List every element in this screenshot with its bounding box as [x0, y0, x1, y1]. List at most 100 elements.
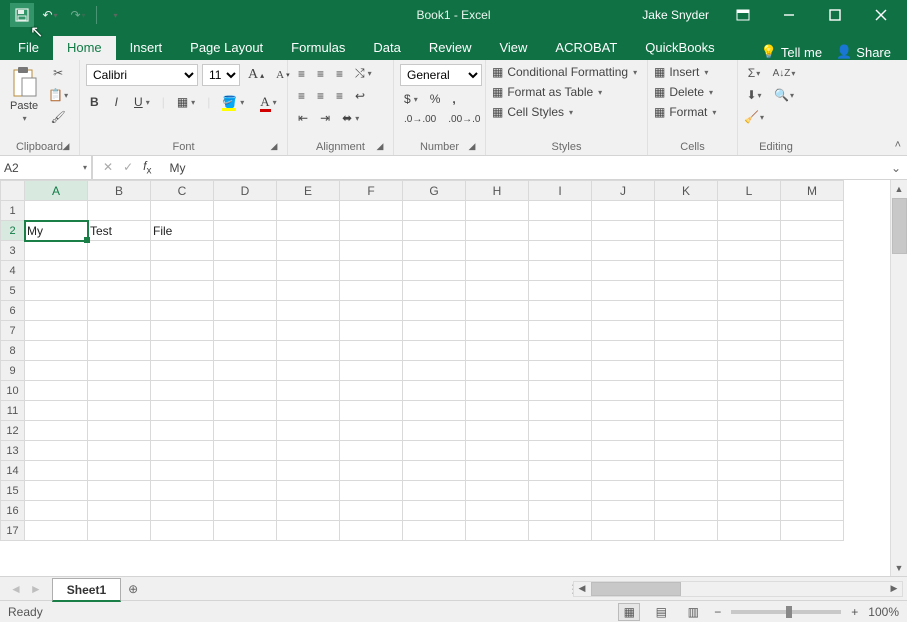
cell[interactable]	[25, 261, 88, 281]
cell[interactable]	[214, 381, 277, 401]
cell[interactable]	[340, 401, 403, 421]
cell[interactable]	[403, 461, 466, 481]
cell[interactable]	[718, 481, 781, 501]
cell[interactable]	[277, 221, 340, 241]
cell[interactable]	[277, 401, 340, 421]
alignment-launcher[interactable]: ◢	[373, 139, 387, 153]
increase-font-button[interactable]: A▴	[244, 65, 268, 85]
cell[interactable]	[340, 241, 403, 261]
tab-data[interactable]: Data	[359, 36, 414, 60]
cell[interactable]	[88, 421, 151, 441]
cell[interactable]	[529, 341, 592, 361]
cell[interactable]	[277, 241, 340, 261]
cell[interactable]	[655, 501, 718, 521]
tab-review[interactable]: Review	[415, 36, 486, 60]
decrease-indent[interactable]: ⇤	[294, 109, 312, 127]
align-bottom[interactable]: ≡	[332, 65, 347, 83]
row-header[interactable]: 15	[1, 481, 25, 501]
tab-view[interactable]: View	[485, 36, 541, 60]
row-header[interactable]: 6	[1, 301, 25, 321]
cell[interactable]	[88, 441, 151, 461]
cell[interactable]	[592, 481, 655, 501]
cell[interactable]	[25, 381, 88, 401]
cell[interactable]	[340, 381, 403, 401]
cell[interactable]	[655, 241, 718, 261]
increase-indent[interactable]: ⇥	[316, 109, 334, 127]
cell[interactable]	[88, 341, 151, 361]
cell[interactable]	[25, 301, 88, 321]
cell[interactable]	[655, 361, 718, 381]
tab-quickbooks[interactable]: QuickBooks	[631, 36, 728, 60]
cell[interactable]	[466, 341, 529, 361]
row-header[interactable]: 17	[1, 521, 25, 541]
page-break-view-button[interactable]: ▥	[682, 603, 704, 621]
cell[interactable]	[781, 381, 844, 401]
align-top[interactable]: ≡	[294, 65, 309, 83]
cell[interactable]	[781, 321, 844, 341]
cell[interactable]	[403, 441, 466, 461]
cell[interactable]	[151, 401, 214, 421]
tab-page-layout[interactable]: Page Layout	[176, 36, 277, 60]
font-launcher[interactable]: ◢	[267, 139, 281, 153]
ribbon-display-options[interactable]	[721, 0, 765, 30]
cell[interactable]	[718, 321, 781, 341]
cell[interactable]	[466, 201, 529, 221]
cell[interactable]	[88, 201, 151, 221]
cell[interactable]	[592, 361, 655, 381]
cell[interactable]	[592, 321, 655, 341]
cell[interactable]	[25, 421, 88, 441]
minimize-button[interactable]	[767, 0, 811, 30]
cell[interactable]	[781, 481, 844, 501]
cell[interactable]	[214, 201, 277, 221]
merge-button[interactable]: ⬌▾	[338, 109, 363, 127]
row-header[interactable]: 13	[1, 441, 25, 461]
italic-button[interactable]: I	[111, 93, 122, 111]
clear-button[interactable]: 🧹▾	[744, 108, 764, 126]
cell[interactable]	[88, 521, 151, 541]
cell[interactable]	[529, 521, 592, 541]
cell[interactable]	[718, 201, 781, 221]
cell[interactable]	[214, 501, 277, 521]
cell[interactable]	[340, 221, 403, 241]
cell[interactable]	[655, 461, 718, 481]
tab-file[interactable]: File	[4, 36, 53, 60]
row-header[interactable]: 12	[1, 421, 25, 441]
column-header[interactable]: G	[403, 181, 466, 201]
wrap-text-button[interactable]: ↩	[351, 87, 369, 105]
cell[interactable]	[88, 501, 151, 521]
cell[interactable]	[214, 361, 277, 381]
zoom-slider[interactable]	[731, 610, 841, 614]
zoom-out-button[interactable]: −	[714, 605, 721, 619]
cell[interactable]	[592, 421, 655, 441]
name-box[interactable]: A2▾	[0, 156, 92, 179]
hscroll-thumb[interactable]	[591, 582, 681, 596]
cell[interactable]	[25, 201, 88, 221]
cell[interactable]	[466, 421, 529, 441]
font-color-button[interactable]: A▾	[256, 92, 280, 112]
column-header[interactable]: C	[151, 181, 214, 201]
cell[interactable]	[151, 361, 214, 381]
cell[interactable]	[466, 441, 529, 461]
cell[interactable]	[718, 521, 781, 541]
tab-formulas[interactable]: Formulas	[277, 36, 359, 60]
column-header[interactable]: H	[466, 181, 529, 201]
cell[interactable]	[529, 221, 592, 241]
cell[interactable]	[277, 481, 340, 501]
cell[interactable]	[214, 341, 277, 361]
number-format-select[interactable]: General	[400, 64, 482, 86]
enter-formula-icon[interactable]: ✓	[123, 160, 133, 174]
redo-button[interactable]: ↷▾	[66, 3, 90, 27]
cell[interactable]	[277, 261, 340, 281]
cell[interactable]	[277, 301, 340, 321]
cell[interactable]: File	[151, 221, 214, 241]
paste-button[interactable]: Paste▾	[6, 64, 42, 125]
cell[interactable]	[277, 341, 340, 361]
cell[interactable]	[340, 421, 403, 441]
align-center[interactable]: ≡	[313, 87, 328, 105]
cell[interactable]	[781, 281, 844, 301]
cell[interactable]	[655, 381, 718, 401]
select-all-corner[interactable]	[1, 181, 25, 201]
increase-decimal[interactable]: .0→.00	[400, 112, 440, 127]
cell[interactable]	[88, 321, 151, 341]
cell[interactable]	[340, 201, 403, 221]
